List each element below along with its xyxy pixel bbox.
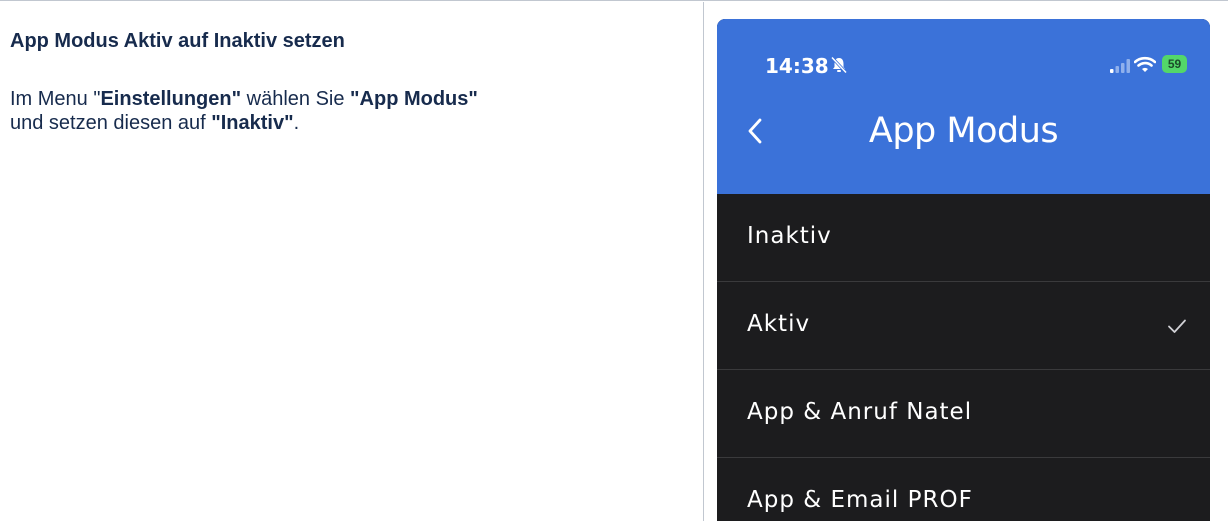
instruction-cell: App Modus Aktiv auf Inaktiv setzen Im Me… [0, 2, 704, 521]
option-aktiv[interactable]: Aktiv [717, 282, 1210, 370]
content-table: App Modus Aktiv auf Inaktiv setzen Im Me… [0, 0, 1228, 521]
bold-app-modus: "App Modus" [350, 88, 478, 110]
battery-icon: 59 [1162, 55, 1187, 73]
status-time: 14:38 [765, 54, 829, 78]
instruction-heading: App Modus Aktiv auf Inaktiv setzen [10, 30, 345, 52]
checkmark-icon [1168, 319, 1186, 333]
text-part: und setzen diesen auf [10, 112, 212, 134]
wifi-icon [1134, 56, 1156, 72]
option-inaktiv[interactable]: Inaktiv [717, 194, 1210, 282]
screenshot-cell: 14:38 59 App Modus Inaktiv Aktiv App & A… [705, 2, 1228, 521]
option-app-email-prof[interactable]: App & Email PROF [717, 458, 1210, 521]
instruction-text: Im Menu "Einstellungen" wählen Sie "App … [10, 87, 690, 135]
phone-screenshot: 14:38 59 App Modus Inaktiv Aktiv App & A… [717, 19, 1210, 521]
option-label: App & Anruf Natel [747, 399, 973, 425]
text-part: . [293, 112, 300, 134]
app-modus-options: Inaktiv Aktiv App & Anruf Natel App & Em… [717, 194, 1210, 521]
option-label: App & Email PROF [747, 487, 973, 513]
text-part: wählen Sie [241, 88, 351, 110]
bold-inaktiv: "Inaktiv" [211, 112, 294, 134]
bell-slash-icon [830, 56, 848, 74]
signal-icon [1110, 59, 1130, 73]
text-part: Im Menu " [10, 88, 101, 110]
option-label: Inaktiv [747, 223, 832, 249]
bold-einstellungen: Einstellungen" [100, 88, 242, 110]
nav-title: App Modus [868, 111, 1059, 151]
phone-header: 14:38 59 App Modus [717, 19, 1210, 194]
option-label: Aktiv [747, 311, 811, 337]
option-app-anruf-natel[interactable]: App & Anruf Natel [717, 370, 1210, 458]
